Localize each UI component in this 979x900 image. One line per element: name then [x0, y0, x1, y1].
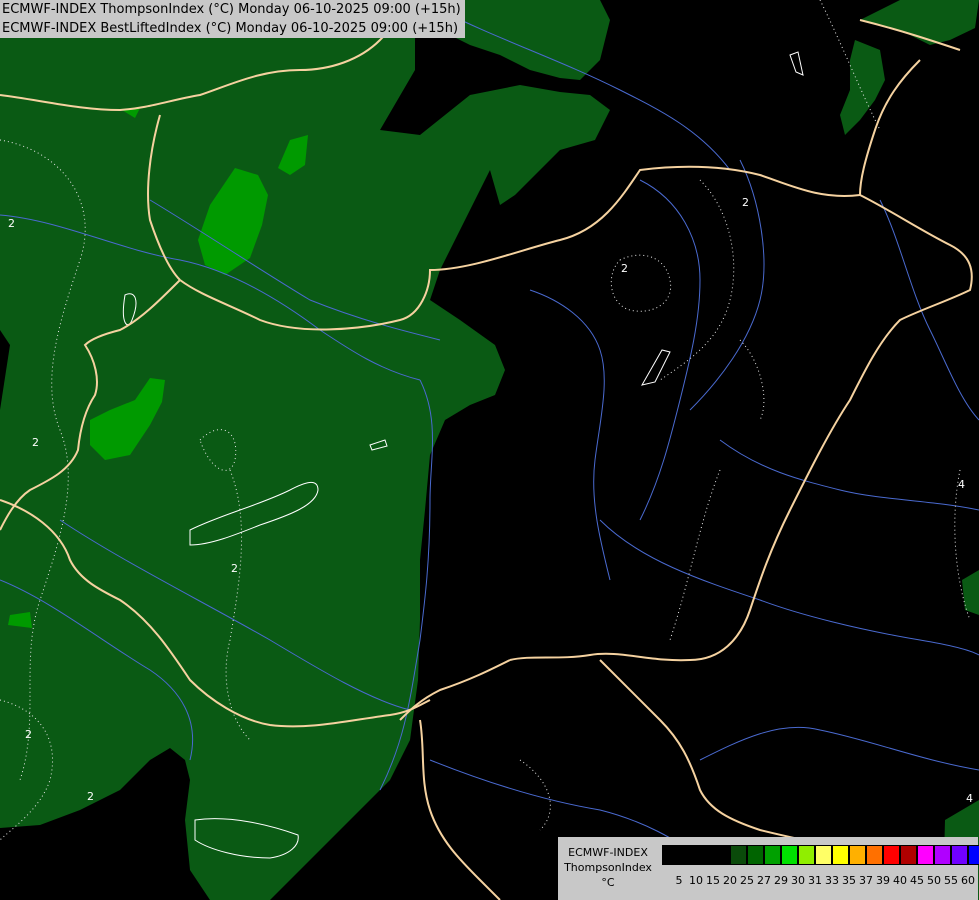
- legend-swatch: [900, 845, 917, 865]
- map-header: ECMWF-INDEX ThompsonIndex (°C) Monday 06…: [0, 0, 465, 38]
- contour-label: 2: [742, 196, 749, 209]
- legend-swatch: [679, 845, 696, 865]
- legend-title-model: ECMWF-INDEX: [568, 846, 648, 859]
- contour-label: 4: [966, 792, 973, 805]
- legend-swatch: [764, 845, 781, 865]
- legend-swatch: [866, 845, 883, 865]
- legend-swatch: [917, 845, 934, 865]
- legend-swatch: [832, 845, 849, 865]
- legend-unit: °C: [601, 876, 615, 889]
- color-legend: ECMWF-INDEX ThompsonIndex °C 5 10 15 20 25 27…: [558, 837, 979, 900]
- legend-swatch: [730, 845, 747, 865]
- legend-swatch: [934, 845, 951, 865]
- legend-swatch: [747, 845, 764, 865]
- contour-label: 2: [87, 790, 94, 803]
- legend-title-index: ThompsonIndex: [564, 861, 652, 874]
- legend-swatch: [713, 845, 730, 865]
- legend-swatch: [849, 845, 866, 865]
- contour-label: 4: [958, 478, 965, 491]
- contour-label: 2: [621, 262, 628, 275]
- legend-swatch: [815, 845, 832, 865]
- header-line-bestlifted: ECMWF-INDEX BestLiftedIndex (°C) Monday …: [2, 21, 459, 36]
- legend-swatch: [968, 845, 979, 865]
- legend-swatch: [781, 845, 798, 865]
- legend-title: ECMWF-INDEX ThompsonIndex °C: [560, 845, 656, 890]
- forecast-map: 2 2 2 2 2 2 2 4 4: [0, 0, 979, 900]
- legend-swatch: [662, 845, 679, 865]
- legend-swatch: [696, 845, 713, 865]
- legend-tick: 60: [961, 874, 975, 887]
- contour-label: 2: [231, 562, 238, 575]
- legend-swatch: [883, 845, 900, 865]
- legend-swatch: [951, 845, 968, 865]
- header-line-thompson: ECMWF-INDEX ThompsonIndex (°C) Monday 06…: [2, 2, 461, 17]
- legend-swatch: [798, 845, 815, 865]
- contour-label: 2: [8, 217, 15, 230]
- contour-label: 2: [32, 436, 39, 449]
- contour-label: 2: [25, 728, 32, 741]
